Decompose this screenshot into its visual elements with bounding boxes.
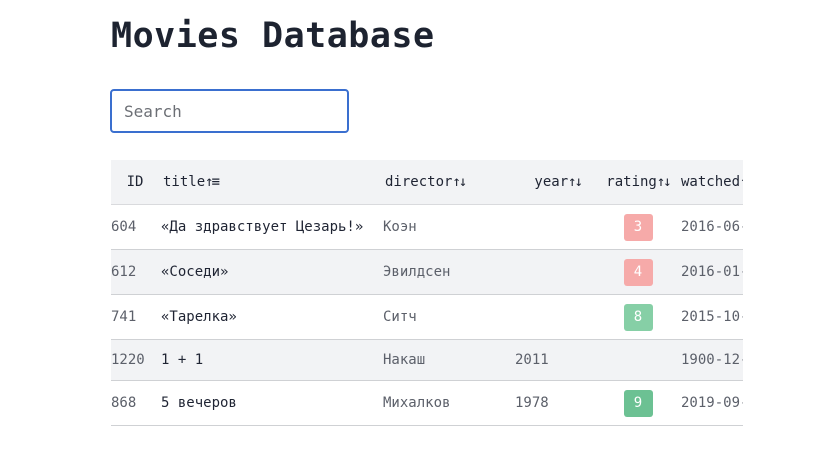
- cell-year: [511, 249, 597, 295]
- column-header-label: year: [534, 174, 569, 190]
- table-row[interactable]: 1220 1 + 1 Накаш 2011 1900-12-12: [111, 339, 743, 381]
- cell-watched: 2019-09-07: [679, 380, 743, 426]
- page-title: Movies Database: [111, 16, 435, 56]
- cell-rating: 3: [597, 204, 679, 250]
- column-header-label: director: [385, 174, 453, 190]
- cell-director: Ситч: [383, 294, 511, 340]
- column-header-director[interactable]: director↑↓: [383, 160, 511, 205]
- column-header-label: watched: [681, 174, 741, 190]
- cell-rating: [597, 339, 679, 381]
- sort-both-icon[interactable]: ↑↓: [452, 174, 467, 190]
- cell-id: 868: [111, 380, 159, 426]
- search-input[interactable]: [110, 89, 349, 133]
- cell-year: 2011: [511, 339, 597, 381]
- table-header-row: ID title↑≡ director↑↓ year↑↓ rating↑↓ wa…: [111, 160, 743, 205]
- cell-title: 5 вечеров: [159, 380, 383, 426]
- cell-rating: 4: [597, 249, 679, 295]
- rating-badge: 8: [623, 303, 653, 331]
- cell-watched: 1900-12-12: [679, 339, 743, 381]
- movies-table-container: ID title↑≡ director↑↓ year↑↓ rating↑↓ wa…: [111, 160, 743, 432]
- cell-year: 1978: [511, 380, 597, 426]
- sort-ascending-active-icon[interactable]: ↑≡: [205, 174, 220, 190]
- movies-table: ID title↑≡ director↑↓ year↑↓ rating↑↓ wa…: [111, 160, 743, 426]
- column-header-rating[interactable]: rating↑↓: [597, 160, 679, 205]
- column-header-id: ID: [111, 160, 159, 205]
- column-header-label: rating: [606, 174, 657, 190]
- sort-both-icon[interactable]: ↑↓: [740, 174, 743, 190]
- cell-director: Эвилдсен: [383, 249, 511, 295]
- cell-id: 604: [111, 204, 159, 250]
- rating-badge: 3: [623, 213, 653, 241]
- cell-title: «Соседи»: [159, 249, 383, 295]
- column-header-year[interactable]: year↑↓: [511, 160, 597, 205]
- cell-id: 1220: [111, 339, 159, 381]
- cell-watched: 2016-06-23: [679, 204, 743, 250]
- sort-both-icon[interactable]: ↑↓: [568, 174, 583, 190]
- cell-title: «Да здравствует Цезарь!»: [159, 204, 383, 250]
- cell-director: Михалков: [383, 380, 511, 426]
- column-header-watched[interactable]: watched↑↓: [679, 160, 743, 205]
- cell-director: Накаш: [383, 339, 511, 381]
- cell-watched: 2016-01-13: [679, 249, 743, 295]
- table-row[interactable]: 604 «Да здравствует Цезарь!» Коэн 3 2016…: [111, 204, 743, 250]
- column-header-label: ID: [126, 174, 144, 190]
- column-header-label: title: [163, 174, 206, 190]
- cell-rating: 8: [597, 294, 679, 340]
- cell-id: 612: [111, 249, 159, 295]
- cell-id: 741: [111, 294, 159, 340]
- cell-director: Коэн: [383, 204, 511, 250]
- rating-badge: 4: [623, 258, 653, 286]
- table-row[interactable]: 741 «Тарелка» Ситч 8 2015-10-12: [111, 294, 743, 340]
- cell-title: «Тарелка»: [159, 294, 383, 340]
- sort-both-icon[interactable]: ↑↓: [657, 174, 672, 190]
- column-header-title[interactable]: title↑≡: [159, 160, 383, 205]
- table-row[interactable]: 868 5 вечеров Михалков 1978 9 2019-09-07: [111, 380, 743, 426]
- table-row[interactable]: 612 «Соседи» Эвилдсен 4 2016-01-13: [111, 249, 743, 295]
- rating-badge: 9: [623, 389, 653, 417]
- cell-watched: 2015-10-12: [679, 294, 743, 340]
- cell-year: [511, 204, 597, 250]
- cell-rating: 9: [597, 380, 679, 426]
- cell-year: [511, 294, 597, 340]
- cell-title: 1 + 1: [159, 339, 383, 381]
